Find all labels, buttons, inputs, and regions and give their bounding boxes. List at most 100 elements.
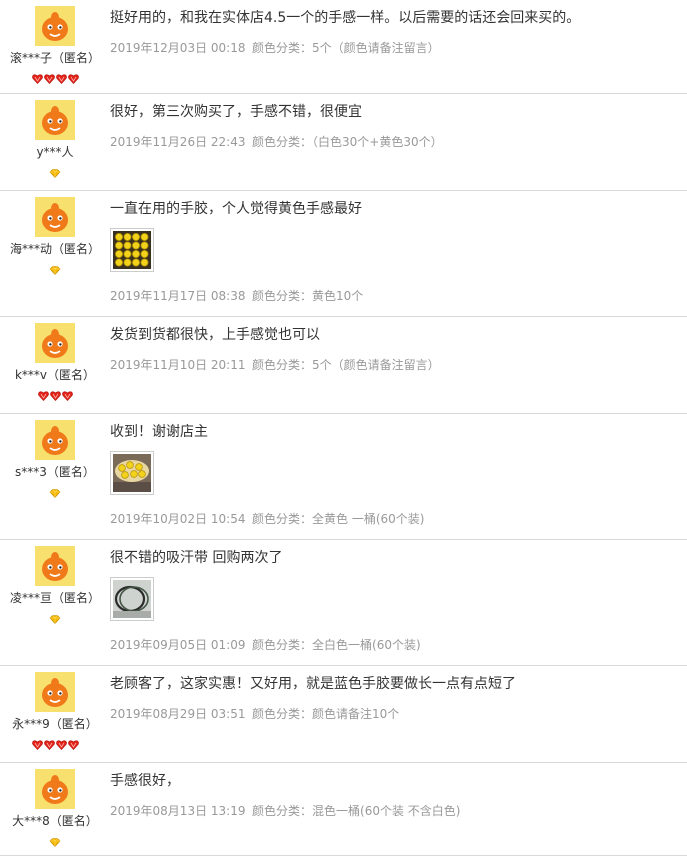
avatar[interactable]: [35, 100, 75, 140]
red-heart-icon: [61, 386, 73, 401]
review-text: 挺好用的，和我在实体店4.5一个的手感一样。以后需要的话还会回来买的。: [110, 10, 581, 26]
red-heart-icon: [55, 69, 67, 84]
yellow-grip-rolls-photo: [113, 231, 151, 269]
mascot-icon: [35, 100, 75, 140]
sku-label: 颜色分类：: [252, 41, 313, 55]
grip-rings-photo: [113, 580, 151, 618]
review-meta: 2019年12月03日 00:18 颜色分类：5个（颜色请备注留言）: [110, 41, 683, 55]
reviewer-rank: [0, 832, 110, 847]
review-photo[interactable]: [110, 577, 154, 621]
red-heart-icon: [55, 735, 67, 750]
review-list: 滚***子（匿名） 挺好用的，和我在实体店4.5一个的手感一样。以后需要的话还会…: [0, 0, 687, 856]
mascot-icon: [35, 672, 75, 712]
reviewer-rank: [0, 260, 110, 275]
avatar[interactable]: [35, 672, 75, 712]
review-text: 一直在用的手胶，个人觉得黄色手感最好: [110, 201, 362, 217]
reviewer: 大***8（匿名）: [0, 769, 110, 847]
reviewer-name: 凌***亘（匿名）: [9, 591, 100, 605]
reviewer-rank: [0, 609, 110, 624]
review-content: 手感很好， 2019年08月13日 13:19 颜色分类：混色一桶(60个装 不含…: [110, 773, 683, 818]
sku-value: 5个（颜色请备注留言）: [312, 358, 440, 372]
sku-value: 黄色10个: [312, 289, 364, 303]
sku-label: 颜色分类：: [252, 707, 313, 721]
reviewer-rank: [0, 69, 110, 84]
red-heart-icon: [43, 735, 55, 750]
review-content: 收到！谢谢店主 2019年10月02日 10:54 颜色分类：全黄色 一桶(60个…: [110, 424, 683, 526]
reviewer: 永***9（匿名）: [0, 672, 110, 750]
mascot-icon: [35, 769, 75, 809]
sku-label: 颜色分类：: [252, 135, 313, 149]
sku-label: 颜色分类：: [252, 289, 313, 303]
review-text: 手感很好，: [110, 773, 180, 789]
review-photos: [110, 577, 683, 623]
mascot-icon: [35, 6, 75, 46]
review-date: 2019年11月26日 22:43: [110, 135, 246, 149]
sku-label: 颜色分类：: [252, 804, 313, 818]
reviewer: y***人: [0, 100, 110, 178]
review-date: 2019年11月10日 20:11: [110, 358, 246, 372]
red-heart-icon: [49, 386, 61, 401]
review-meta: 2019年08月29日 03:51 颜色分类：颜色请备注10个: [110, 707, 683, 721]
reviewer: s***3（匿名）: [0, 420, 110, 498]
avatar[interactable]: [35, 769, 75, 809]
sku-value: 全白色一桶(60个装): [312, 638, 421, 652]
mascot-icon: [35, 197, 75, 237]
yellow-grip-bucket-photo: [113, 454, 151, 492]
reviewer-rank: [0, 483, 110, 498]
review-text: 很好，第三次购买了，手感不错，很便宜: [110, 104, 362, 120]
red-heart-icon: [37, 386, 49, 401]
review-item: 海***动（匿名） 一直在用的手胶，个人觉得黄色手感最好 2019年11月17日…: [0, 191, 687, 317]
sku-label: 颜色分类：: [252, 358, 313, 372]
review-text: 老顾客了，这家实惠！又好用，就是蓝色手胶要做长一点有点短了: [110, 676, 516, 692]
sku-label: 颜色分类：: [252, 512, 313, 526]
yellow-gem-icon: [49, 609, 61, 624]
reviewer: 滚***子（匿名）: [0, 6, 110, 84]
sku-value: 全黄色 一桶(60个装): [312, 512, 425, 526]
red-heart-icon: [67, 735, 79, 750]
yellow-gem-icon: [49, 163, 61, 178]
reviewer-rank: [0, 163, 110, 178]
yellow-gem-icon: [49, 483, 61, 498]
review-meta: 2019年09月05日 01:09 颜色分类：全白色一桶(60个装): [110, 638, 683, 652]
avatar[interactable]: [35, 6, 75, 46]
reviewer-name: s***3（匿名）: [15, 465, 95, 479]
review-date: 2019年11月17日 08:38: [110, 289, 246, 303]
sku-label: 颜色分类：: [252, 638, 313, 652]
avatar[interactable]: [35, 197, 75, 237]
review-item: s***3（匿名） 收到！谢谢店主 2019年10月02日 10:54 颜色分类：…: [0, 414, 687, 540]
reviewer-name: 大***8（匿名）: [12, 814, 98, 828]
review-photo[interactable]: [110, 228, 154, 272]
red-heart-icon: [43, 69, 55, 84]
reviewer-name: 滚***子（匿名）: [9, 51, 100, 65]
reviewer: 凌***亘（匿名）: [0, 546, 110, 624]
mascot-icon: [35, 323, 75, 363]
avatar[interactable]: [35, 323, 75, 363]
review-photos: [110, 228, 683, 274]
review-content: 老顾客了，这家实惠！又好用，就是蓝色手胶要做长一点有点短了 2019年08月29…: [110, 676, 683, 721]
avatar[interactable]: [35, 546, 75, 586]
review-content: 很不错的吸汗带 回购两次了 2019年09月05日 01:09 颜色分类：全白色一…: [110, 550, 683, 652]
review-date: 2019年08月29日 03:51: [110, 707, 246, 721]
review-item: 大***8（匿名） 手感很好， 2019年08月13日 13:19 颜色分类：混色…: [0, 763, 687, 856]
red-heart-icon: [67, 69, 79, 84]
review-photo[interactable]: [110, 451, 154, 495]
review-content: 发货到货都很快，上手感觉也可以 2019年11月10日 20:11 颜色分类：5个…: [110, 327, 683, 372]
mascot-icon: [35, 546, 75, 586]
reviewer-rank: [0, 386, 110, 401]
reviewer-name: y***人: [36, 145, 74, 159]
review-date: 2019年12月03日 00:18: [110, 41, 246, 55]
reviewer-name: k***v（匿名）: [14, 368, 96, 382]
sku-value: 颜色请备注10个: [312, 707, 400, 721]
review-content: 一直在用的手胶，个人觉得黄色手感最好 2019年11月17日 08:38 颜色分类…: [110, 201, 683, 303]
review-date: 2019年08月13日 13:19: [110, 804, 246, 818]
mascot-icon: [35, 420, 75, 460]
review-date: 2019年10月02日 10:54: [110, 512, 246, 526]
avatar[interactable]: [35, 420, 75, 460]
review-meta: 2019年11月17日 08:38 颜色分类：黄色10个: [110, 289, 683, 303]
review-item: k***v（匿名） 发货到货都很快，上手感觉也可以 2019年11月10日 20…: [0, 317, 687, 414]
review-meta: 2019年11月26日 22:43 颜色分类：（白色30个+黄色30个）: [110, 135, 683, 149]
review-text: 很不错的吸汗带 回购两次了: [110, 550, 283, 566]
sku-value: （白色30个+黄色30个）: [312, 135, 443, 149]
review-photos: [110, 451, 683, 497]
reviewer-name: 永***9（匿名）: [12, 717, 98, 731]
